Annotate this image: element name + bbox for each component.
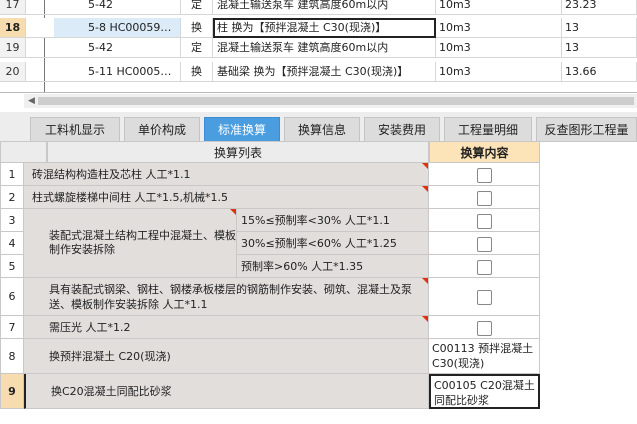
scroll-left-icon[interactable]: ◀ [28,96,35,106]
row-unit[interactable]: 10m3 [436,0,562,14]
row-name[interactable]: 混凝土输送泵车 建筑高度60m以内 [213,0,436,14]
row-number: 7 [0,316,24,339]
checkbox[interactable] [477,321,492,336]
conversion-content-cell[interactable] [429,255,540,278]
row-number: 3 [0,209,24,232]
row-number: 1 [0,163,24,186]
checkbox[interactable] [477,260,492,275]
scroll-thumb[interactable] [38,97,634,105]
tab-reverse-check[interactable]: 反查图形工程量 [536,117,637,141]
checkbox[interactable] [477,214,492,229]
row-name[interactable]: 混凝土输送泵车 建筑高度60m以内 [213,38,436,57]
comment-mark-icon [422,316,428,322]
row-code[interactable]: 5-8 HC00059… [54,18,181,37]
conversion-item[interactable]: 具有装配式钢梁、钢柱、钢楼承板楼层的钢筋制作安装、砌筑、混凝土及泵送、模板制作安… [24,278,429,316]
row-type[interactable]: 换 [181,18,213,37]
conversion-item[interactable]: 换预拌混凝土 C20(现浇) [24,339,429,374]
conversion-content-cell[interactable] [429,209,540,232]
row-type[interactable]: 定 [181,0,213,14]
cell-selection [213,18,436,38]
header-corner [0,141,47,163]
row-unit[interactable]: 10m3 [436,38,562,57]
conversion-content-cell[interactable]: C00105 C20混凝土同配比砂浆 [429,374,540,409]
conversion-content-cell[interactable] [429,278,540,316]
conversion-row[interactable]: 8 换预拌混凝土 C20(现浇) C00113 预拌混凝土 C30(现浇) [0,339,540,374]
row-number: 4 [0,232,24,255]
conversion-text: 具有装配式钢梁、钢柱、钢楼承板楼层的钢筋制作安装、砌筑、混凝土及泵送、模板制作安… [49,282,412,311]
row-code[interactable]: 5-11 HC0005… [54,62,181,81]
conversion-content-cell[interactable] [429,163,540,186]
conversion-row[interactable]: 7 需压光 人工*1.2 [0,316,540,339]
conversion-content-cell[interactable] [429,316,540,339]
conversion-text: 砖混结构构造柱及芯柱 人工*1.1 [32,168,191,181]
row-number: 19 [0,38,26,57]
row-number: 6 [0,278,24,316]
checkbox[interactable] [477,191,492,206]
conversion-item[interactable]: 柱式螺旋楼梯中间柱 人工*1.5,机械*1.5 [24,186,429,209]
row-qty[interactable]: 13.66 [562,62,637,81]
conversion-text: 需压光 人工*1.2 [49,321,131,334]
row-number: 18 [0,18,26,37]
row-type[interactable]: 换 [181,62,213,81]
header-conversion-content: 换算内容 [429,141,540,163]
row-name[interactable]: 基础梁 换为【预拌混凝土 C30(现浇)】 [213,62,436,81]
comment-mark-icon [422,278,428,284]
row-qty[interactable]: 13 [562,38,637,57]
row-qty[interactable]: 23.23 [562,0,637,14]
table-row[interactable]: 19 5-42 定 混凝土输送泵车 建筑高度60m以内 10m3 13 [0,38,637,58]
conversion-item[interactable]: 15%≤预制率<30% 人工*1.1 [237,209,429,232]
row-number: 17 [0,0,26,14]
conversion-group: 3 4 5 装配式混凝土结构工程中混凝土、模板制作安装拆除 15%≤预制率<30… [0,209,540,278]
tab-bar: 工料机显示 单价构成 标准换算 换算信息 安装费用 工程量明细 反查图形工程量 [0,112,637,142]
conversion-content-cell[interactable]: C00113 预拌混凝土 C30(现浇) [429,339,540,374]
conversion-item[interactable]: 30%≤预制率<60% 人工*1.25 [237,232,429,255]
conversion-row-selected[interactable]: 9 换C20混凝土同配比砂浆 C00105 C20混凝土同配比砂浆 [0,374,540,409]
row-code[interactable]: 5-42 [54,38,181,57]
tab-conversion-info[interactable]: 换算信息 [284,117,360,141]
conversion-group-label: 装配式混凝土结构工程中混凝土、模板制作安装拆除 [24,209,237,278]
tab-price-composition[interactable]: 单价构成 [124,117,200,141]
checkbox[interactable] [477,168,492,183]
row-number: 9 [0,374,24,409]
row-number: 8 [0,339,24,374]
conversion-content-cell[interactable] [429,232,540,255]
table-row[interactable]: 17 5-42 定 混凝土输送泵车 建筑高度60m以内 10m3 23.23 [0,0,637,15]
tab-standard-conversion[interactable]: 标准换算 [204,117,280,141]
conversion-item[interactable]: 预制率>60% 人工*1.35 [237,255,429,278]
row-number: 2 [0,186,24,209]
conversion-item[interactable]: 砖混结构构造柱及芯柱 人工*1.1 [24,163,429,186]
header-conversion-list: 换算列表 [47,141,429,163]
row-number: 5 [0,255,24,278]
comment-mark-icon [422,186,428,192]
checkbox[interactable] [477,237,492,252]
conversion-row[interactable]: 6 具有装配式钢梁、钢柱、钢楼承板楼层的钢筋制作安装、砌筑、混凝土及泵送、模板制… [0,278,540,316]
conversion-item[interactable]: 需压光 人工*1.2 [24,316,429,339]
group-text: 装配式混凝土结构工程中混凝土、模板制作安装拆除 [49,229,236,256]
conversion-content-cell[interactable] [429,186,540,209]
row-unit[interactable]: 10m3 [436,18,562,37]
table-row[interactable]: 20 5-11 HC0005… 换 基础梁 换为【预拌混凝土 C30(现浇)】 … [0,62,637,82]
quota-table: 17 5-42 定 混凝土输送泵车 建筑高度60m以内 10m3 23.23 1… [0,0,637,93]
conversion-row[interactable]: 2 柱式螺旋楼梯中间柱 人工*1.5,机械*1.5 [0,186,540,209]
row-number: 20 [0,62,26,81]
tab-material-display[interactable]: 工料机显示 [30,117,120,141]
tab-install-fee[interactable]: 安装费用 [364,117,440,141]
comment-mark-icon [422,163,428,169]
conversion-text: 柱式螺旋楼梯中间柱 人工*1.5,机械*1.5 [32,191,228,204]
conversion-item[interactable]: 换C20混凝土同配比砂浆 [24,374,429,409]
row-qty[interactable]: 13 [562,18,637,37]
conversion-row[interactable]: 1 砖混结构构造柱及芯柱 人工*1.1 [0,163,540,186]
comment-mark-icon [230,209,236,215]
tab-quantity-detail[interactable]: 工程量明细 [444,117,532,141]
row-unit[interactable]: 10m3 [436,62,562,81]
row-type[interactable]: 定 [181,38,213,57]
row-code[interactable]: 5-42 [54,0,181,14]
checkbox[interactable] [477,290,492,305]
horizontal-scrollbar[interactable]: ◀ [24,94,637,108]
